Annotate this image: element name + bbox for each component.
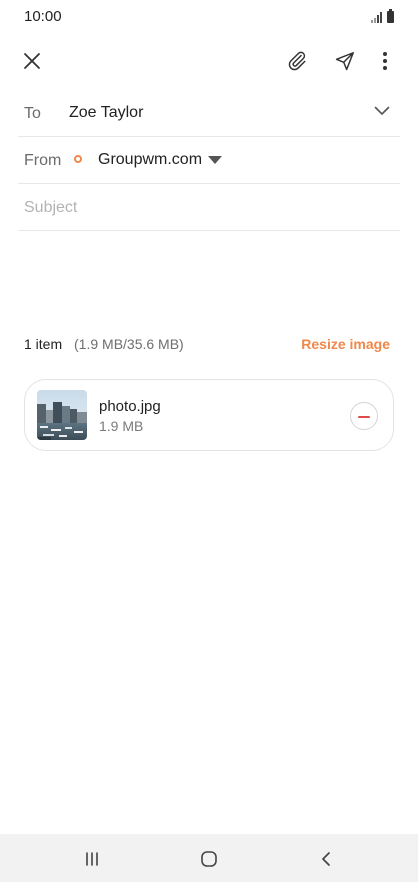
navigation-bar	[0, 834, 418, 882]
signal-icon	[371, 11, 382, 23]
to-label: To	[24, 105, 41, 122]
photo-thumbnail	[37, 390, 87, 440]
attach-icon	[288, 51, 306, 71]
attachment-summary: 1 item (1.9 MB/35.6 MB) Resize image	[24, 336, 394, 356]
status-icons	[371, 9, 394, 23]
home-icon	[201, 851, 217, 867]
chevron-down-icon[interactable]	[374, 106, 390, 116]
attachment-item[interactable]: photo.jpg 1.9 MB	[24, 379, 394, 451]
back-button[interactable]	[306, 844, 346, 874]
close-button[interactable]	[17, 46, 47, 76]
message-body[interactable]	[18, 232, 400, 322]
status-time: 10:00	[24, 8, 62, 25]
attachment-size-total: (1.9 MB/35.6 MB)	[74, 336, 184, 352]
send-button[interactable]	[330, 46, 360, 76]
battery-icon	[387, 9, 394, 23]
subject-input[interactable]	[24, 196, 384, 220]
to-row[interactable]: To Zoe Taylor	[18, 90, 400, 137]
from-row[interactable]: From Groupwm.com	[18, 137, 400, 184]
status-bar: 10:00	[0, 0, 418, 34]
recent-apps-button[interactable]	[72, 844, 112, 874]
attachment-count: 1 item	[24, 336, 63, 352]
from-account[interactable]: Groupwm.com	[98, 151, 202, 169]
more-options-button[interactable]	[370, 46, 400, 76]
more-options-icon	[383, 52, 387, 70]
account-status-dot	[74, 155, 82, 163]
to-recipient[interactable]: Zoe Taylor	[69, 104, 143, 122]
compose-toolbar	[0, 38, 418, 82]
send-icon	[335, 52, 354, 71]
remove-attachment-button[interactable]	[350, 402, 378, 430]
back-icon	[322, 852, 330, 866]
caret-down-icon[interactable]	[208, 156, 222, 164]
recent-apps-icon	[86, 852, 98, 866]
home-button[interactable]	[189, 844, 229, 874]
resize-image-button[interactable]: Resize image	[301, 336, 390, 352]
attachment-file-name: photo.jpg	[99, 398, 161, 415]
from-label: From	[24, 152, 62, 169]
subject-row	[18, 184, 400, 231]
attachment-file-size: 1.9 MB	[99, 418, 144, 434]
close-icon	[24, 53, 40, 69]
attach-button[interactable]	[282, 46, 312, 76]
